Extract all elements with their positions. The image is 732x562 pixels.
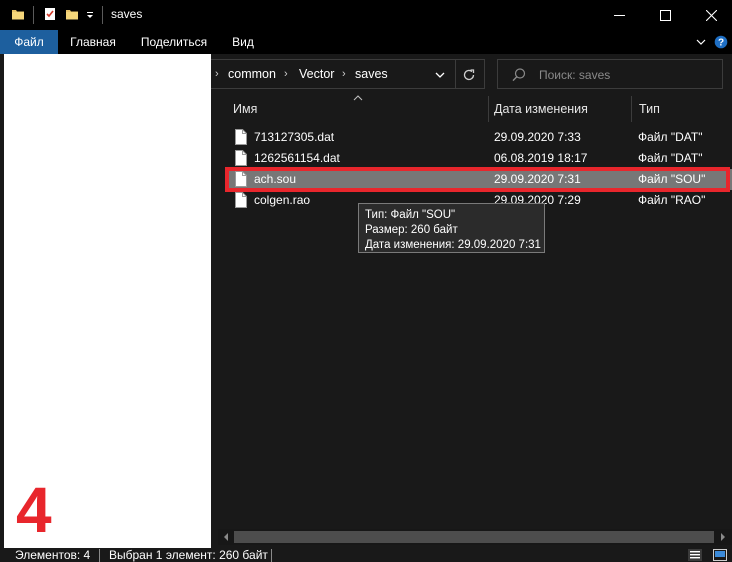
status-selection: Выбран 1 элемент: 260 байт	[109, 548, 268, 562]
expand-ribbon-button[interactable]	[692, 33, 710, 51]
tab-home[interactable]: Главная	[58, 30, 128, 54]
refresh-icon[interactable]	[461, 67, 477, 83]
file-icon	[235, 192, 247, 208]
file-date: 29.09.2020 7:33	[494, 130, 581, 144]
scroll-right-icon[interactable]	[718, 532, 728, 542]
breadcrumb-separator-icon: ›	[215, 68, 219, 80]
quick-access-separator	[33, 6, 34, 24]
scroll-left-icon[interactable]	[221, 532, 231, 542]
search-box[interactable]: Поиск: saves	[497, 59, 723, 89]
file-name: colgen.rao	[254, 193, 311, 207]
file-name: 1262561154.dat	[254, 151, 340, 165]
breadcrumb-common[interactable]: common	[228, 67, 276, 81]
column-divider[interactable]	[631, 96, 632, 122]
folder-icon[interactable]	[11, 7, 25, 21]
minimize-icon	[613, 14, 625, 16]
file-icon	[235, 150, 247, 166]
file-icon	[235, 129, 247, 145]
tooltip-size: Размер: 260 байт	[365, 224, 458, 236]
help-icon: ?	[714, 35, 728, 49]
new-folder-icon[interactable]	[65, 7, 79, 21]
breadcrumb-separator-icon[interactable]: ›	[342, 68, 346, 80]
tooltip-type: Тип: Файл "SOU"	[365, 209, 456, 221]
title-separator	[102, 6, 103, 24]
horizontal-scrollbar[interactable]	[218, 529, 732, 545]
search-input[interactable]: Поиск: saves	[539, 68, 610, 82]
column-divider[interactable]	[488, 96, 489, 122]
status-separator	[99, 549, 100, 562]
address-bar[interactable]: › common › Vector › saves	[211, 59, 485, 89]
file-type: Файл "DAT"	[638, 151, 703, 165]
file-type: Файл "RAO"	[638, 193, 706, 207]
scrollbar-thumb[interactable]	[234, 531, 714, 543]
large-icons-view-icon[interactable]	[713, 549, 727, 561]
address-history-dropdown-icon[interactable]	[433, 68, 447, 82]
chevron-down-icon	[696, 39, 706, 45]
column-header-type[interactable]: Тип	[639, 96, 660, 122]
tab-share[interactable]: Поделиться	[133, 30, 215, 54]
minimize-button[interactable]	[596, 0, 642, 30]
properties-icon[interactable]	[43, 7, 57, 21]
sort-ascending-icon	[353, 95, 363, 101]
breadcrumb-vector[interactable]: Vector	[299, 67, 334, 81]
close-icon	[705, 9, 717, 21]
title-bar: saves	[0, 0, 732, 30]
help-button[interactable]: ?	[712, 33, 730, 51]
customize-quick-access-icon[interactable]	[85, 7, 95, 21]
details-view-icon[interactable]	[688, 549, 702, 561]
status-bar: Элементов: 4 Выбран 1 элемент: 260 байт	[0, 548, 732, 562]
tab-file[interactable]: Файл	[0, 30, 58, 54]
tooltip-modified: Дата изменения: 29.09.2020 7:31	[365, 239, 541, 251]
file-type: Файл "DAT"	[638, 130, 703, 144]
maximize-icon	[659, 9, 671, 21]
tab-view[interactable]: Вид	[222, 30, 264, 54]
step-number-annotation: 4	[16, 474, 52, 546]
ribbon-tabs: Файл Главная Поделиться Вид ?	[0, 30, 732, 54]
status-separator	[271, 549, 272, 562]
file-info-tooltip: Тип: Файл "SOU" Размер: 260 байт Дата из…	[358, 203, 545, 253]
file-date: 06.08.2019 18:17	[494, 151, 588, 165]
list-item[interactable]: 1262561154.dat 06.08.2019 18:17 Файл "DA…	[225, 148, 732, 169]
column-header-name[interactable]: Имя	[233, 96, 257, 122]
annotation-highlight-box	[225, 167, 730, 192]
list-item[interactable]: 713127305.dat 29.09.2020 7:33 Файл "DAT"	[225, 127, 732, 148]
window-title: saves	[111, 7, 143, 21]
breadcrumb-separator-icon[interactable]: ›	[284, 68, 288, 80]
maximize-button[interactable]	[642, 0, 688, 30]
search-icon	[512, 68, 526, 82]
column-header-date[interactable]: Дата изменения	[494, 96, 588, 122]
svg-text:?: ?	[718, 38, 724, 49]
close-button[interactable]	[688, 0, 732, 30]
status-item-count: Элементов: 4	[15, 548, 91, 562]
file-name: 713127305.dat	[254, 130, 335, 144]
address-divider	[455, 60, 456, 88]
breadcrumb-saves[interactable]: saves	[355, 67, 388, 81]
